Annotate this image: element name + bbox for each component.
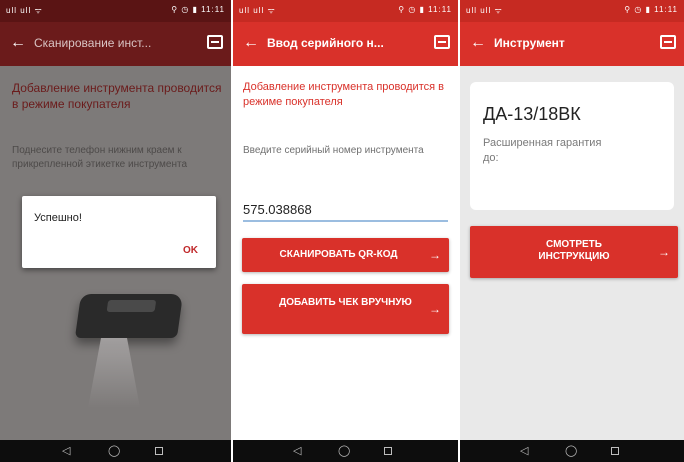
signal-status: ull ull ᯤ xyxy=(6,6,43,15)
signal-status: ull ull ᯤ xyxy=(466,6,503,15)
nav-recent-icon[interactable] xyxy=(155,447,163,455)
scan-instruction: Поднесите телефон нижним краем к прикреп… xyxy=(12,145,188,170)
serial-hint: Введите серийный номер инструмента xyxy=(243,145,424,156)
app-bar: ← Инструмент xyxy=(460,22,684,66)
page-title: Инструмент xyxy=(494,36,565,50)
arrow-right-icon: → xyxy=(429,302,441,316)
page-title: Ввод серийного н... xyxy=(267,36,384,50)
briefcase-icon[interactable] xyxy=(660,35,676,49)
signal-status: ull ull ᯤ xyxy=(239,6,276,15)
system-nav-bar: ◁ ◯ xyxy=(460,440,684,462)
nav-back-icon[interactable]: ◁ xyxy=(62,444,70,458)
dialog-message: Успешно! xyxy=(34,212,82,224)
buyer-mode-notice: Добавление инструмента проводится в режи… xyxy=(243,81,444,108)
nav-recent-icon[interactable] xyxy=(611,447,619,455)
screen-tool-details: ull ull ᯤ ⚲ ◷ ▮ 11:11 ← Инструмент ДА-13… xyxy=(460,0,684,462)
arrow-right-icon: → xyxy=(658,245,670,259)
tool-name: ДА-13/18ВК xyxy=(483,104,581,124)
page-title: Сканирование инст... xyxy=(34,36,152,50)
nav-back-icon[interactable]: ◁ xyxy=(520,444,528,458)
view-instructions-label: СМОТРЕТЬ ИНСТРУКЦИЮ xyxy=(538,239,610,262)
status-bar: ull ull ᯤ ⚲ ◷ ▮ 11:11 xyxy=(0,0,231,22)
status-bar: ull ull ᯤ ⚲ ◷ ▮ 11:11 xyxy=(460,0,684,22)
system-nav-bar: ◁ ◯ xyxy=(0,440,231,462)
nav-home-icon[interactable]: ◯ xyxy=(338,444,350,458)
nav-home-icon[interactable]: ◯ xyxy=(108,444,120,458)
tool-card: ДА-13/18ВК Расширенная гарантия до: xyxy=(470,82,674,210)
screen-scan-success: ull ull ᯤ ⚲ ◷ ▮ 11:11 ← Сканирование инс… xyxy=(0,0,231,462)
status-bar: ull ull ᯤ ⚲ ◷ ▮ 11:11 xyxy=(233,0,458,22)
scan-beam-illustration xyxy=(88,338,140,408)
battery-time-status: ⚲ ◷ ▮ 11:11 xyxy=(624,5,678,14)
warranty-label: Расширенная гарантия до: xyxy=(483,137,602,164)
arrow-left-icon[interactable]: ← xyxy=(470,34,486,52)
scan-qr-button[interactable]: СКАНИРОВАТЬ QR-КОД → xyxy=(242,238,449,272)
battery-time-status: ⚲ ◷ ▮ 11:11 xyxy=(398,5,452,14)
success-dialog: Успешно! OK xyxy=(22,196,216,268)
view-instructions-button[interactable]: СМОТРЕТЬ ИНСТРУКЦИЮ → xyxy=(470,226,678,278)
arrow-left-icon[interactable]: ← xyxy=(243,34,259,52)
dialog-ok-button[interactable]: OK xyxy=(183,245,198,256)
nfc-scanner-illustration xyxy=(74,294,184,338)
arrow-right-icon: → xyxy=(429,248,441,262)
scan-qr-label: СКАНИРОВАТЬ QR-КОД xyxy=(279,249,398,260)
system-nav-bar: ◁ ◯ xyxy=(233,440,458,462)
app-bar: ← Сканирование инст... xyxy=(0,22,231,66)
battery-time-status: ⚲ ◷ ▮ 11:11 xyxy=(171,5,225,14)
nav-back-icon[interactable]: ◁ xyxy=(293,444,301,458)
nav-home-icon[interactable]: ◯ xyxy=(565,444,577,458)
add-receipt-button[interactable]: ДОБАВИТЬ ЧЕК ВРУЧНУЮ → xyxy=(242,284,449,334)
arrow-left-icon[interactable]: ← xyxy=(10,34,26,52)
add-receipt-label: ДОБАВИТЬ ЧЕК ВРУЧНУЮ xyxy=(279,297,412,308)
briefcase-icon[interactable] xyxy=(207,35,223,49)
buyer-mode-notice: Добавление инструмента проводится в режи… xyxy=(12,81,222,111)
nav-recent-icon[interactable] xyxy=(384,447,392,455)
briefcase-icon[interactable] xyxy=(434,35,450,49)
screen-serial-entry: ull ull ᯤ ⚲ ◷ ▮ 11:11 ← Ввод серийного н… xyxy=(233,0,458,462)
app-bar: ← Ввод серийного н... xyxy=(233,22,458,66)
serial-number-input[interactable] xyxy=(243,198,448,222)
